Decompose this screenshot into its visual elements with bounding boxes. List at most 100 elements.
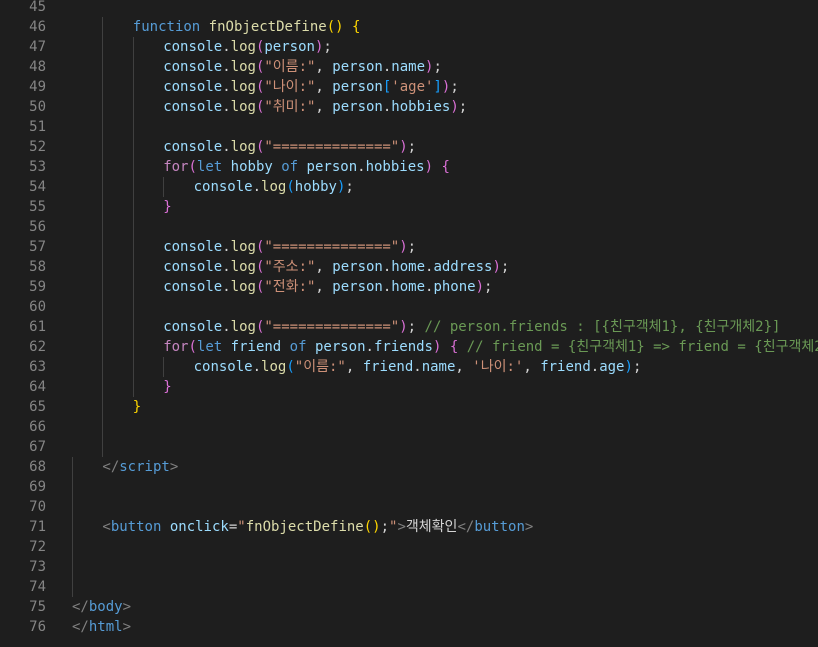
code-line[interactable]: 73 bbox=[0, 557, 818, 577]
indent-guide bbox=[132, 217, 134, 237]
line-number: 52 bbox=[29, 139, 46, 155]
code-token: > bbox=[397, 519, 406, 535]
line-number: 54 bbox=[29, 179, 46, 195]
code-token: // friend = {친구객체1} => friend = {친구객체2} bbox=[466, 339, 818, 355]
code-token: () bbox=[326, 19, 344, 35]
code-line[interactable]: 47 console.log(person); bbox=[0, 37, 818, 57]
code-line[interactable]: 72 bbox=[0, 537, 818, 557]
code-text: for(let hobby of person.hobbies) { bbox=[163, 157, 450, 177]
indent-guide bbox=[72, 537, 73, 557]
code-token: person bbox=[332, 79, 383, 95]
code-token: . bbox=[222, 79, 231, 95]
code-line[interactable]: 61 console.log("=============="); // pers… bbox=[0, 317, 818, 337]
code-line[interactable]: 74 bbox=[0, 577, 818, 597]
indent-guide bbox=[102, 57, 104, 77]
code-token: console bbox=[163, 239, 223, 255]
line-number: 49 bbox=[29, 79, 46, 95]
line-number: 76 bbox=[29, 619, 46, 635]
line-number: 63 bbox=[29, 359, 46, 375]
code-token: console bbox=[163, 279, 223, 295]
code-token: </ bbox=[457, 519, 475, 535]
code-line[interactable]: 49 console.log("나이:", person['age']); bbox=[0, 77, 818, 97]
line-number: 66 bbox=[29, 419, 46, 435]
code-line[interactable]: 57 console.log("=============="); bbox=[0, 237, 818, 257]
code-token: { bbox=[441, 159, 450, 175]
code-token: address bbox=[433, 259, 493, 275]
code-token: , bbox=[315, 59, 333, 75]
code-line[interactable]: 66 bbox=[0, 417, 818, 437]
indent-guide bbox=[102, 297, 104, 317]
code-line[interactable]: 63 console.log("이름:", friend.name, '나이:',… bbox=[0, 357, 818, 377]
indent-guide bbox=[102, 397, 104, 417]
line-number: 45 bbox=[29, 0, 46, 15]
code-line[interactable]: 68 </script> bbox=[0, 457, 818, 477]
code-line[interactable]: 70 bbox=[0, 497, 818, 517]
code-token: ; bbox=[484, 279, 493, 295]
code-token: "주소:" bbox=[264, 259, 316, 275]
code-line[interactable]: 65} bbox=[0, 397, 818, 417]
code-token: console bbox=[163, 79, 223, 95]
code-line[interactable]: 46 function fnObjectDefine() { bbox=[0, 17, 818, 37]
code-line[interactable]: 67 bbox=[0, 437, 818, 457]
line-number: 60 bbox=[29, 299, 46, 315]
code-token: ( bbox=[188, 159, 197, 175]
code-text: function fnObjectDefine() { bbox=[133, 17, 361, 37]
code-token: ) bbox=[399, 139, 408, 155]
code-token: ( bbox=[286, 359, 295, 375]
indent-guide bbox=[102, 437, 104, 457]
code-line[interactable]: 62 for(let friend of person.friends) { //… bbox=[0, 337, 818, 357]
code-token: name bbox=[421, 359, 456, 375]
code-token: console bbox=[163, 39, 223, 55]
indent-guide bbox=[72, 477, 73, 497]
code-line[interactable]: 45 bbox=[0, 0, 818, 17]
code-line[interactable]: 48 console.log("이름:", person.name); bbox=[0, 57, 818, 77]
code-token: "==============" bbox=[264, 319, 400, 335]
code-line[interactable]: 75 </body> bbox=[0, 597, 818, 617]
code-token: person bbox=[264, 39, 315, 55]
code-token: . bbox=[222, 259, 231, 275]
indent-guide bbox=[132, 317, 134, 337]
code-token: of bbox=[289, 339, 307, 355]
code-text: console.log("나이:", person['age']); bbox=[163, 77, 459, 97]
code-line[interactable]: 76 </html> bbox=[0, 617, 818, 637]
code-token: log bbox=[261, 179, 287, 195]
code-line[interactable]: 50 console.log("취미:", person.hobbies); bbox=[0, 97, 818, 117]
code-line[interactable]: 60 bbox=[0, 297, 818, 317]
code-token: . bbox=[222, 59, 231, 75]
code-token: ) bbox=[399, 319, 408, 335]
code-line[interactable]: 52 console.log("=============="); bbox=[0, 137, 818, 157]
code-line[interactable]: 64} bbox=[0, 377, 818, 397]
line-number: 48 bbox=[29, 59, 46, 75]
code-token: , bbox=[315, 79, 333, 95]
code-token: age bbox=[599, 359, 625, 375]
line-number: 67 bbox=[29, 439, 46, 455]
code-token: log bbox=[230, 139, 256, 155]
indent-guide bbox=[102, 177, 104, 197]
code-line[interactable]: 55} bbox=[0, 197, 818, 217]
code-line[interactable]: 59 console.log("전화:", person.home.phone); bbox=[0, 277, 818, 297]
code-line[interactable]: 71 <button onclick="fnObjectDefine();">객체… bbox=[0, 517, 818, 537]
code-line[interactable]: 51 bbox=[0, 117, 818, 137]
indent-guide bbox=[102, 117, 104, 137]
code-token: < bbox=[102, 519, 111, 535]
line-number: 75 bbox=[29, 599, 46, 615]
code-text: console.log("전화:", person.home.phone); bbox=[163, 277, 492, 297]
line-number: 50 bbox=[29, 99, 46, 115]
code-line[interactable]: 53 for(let hobby of person.hobbies) { bbox=[0, 157, 818, 177]
code-line[interactable]: 56 bbox=[0, 217, 818, 237]
code-token: home bbox=[391, 279, 426, 295]
code-line[interactable]: 69 bbox=[0, 477, 818, 497]
code-token: </ bbox=[72, 619, 89, 635]
code-token: friends bbox=[373, 339, 433, 355]
code-editor[interactable]: 45 46 function fnObjectDefine() {47 console… bbox=[0, 0, 818, 647]
code-token: } bbox=[163, 379, 172, 395]
code-token: > bbox=[169, 459, 179, 475]
code-line[interactable]: 58 console.log("주소:", person.home.address… bbox=[0, 257, 818, 277]
code-token: log bbox=[230, 279, 256, 295]
indent-guide bbox=[132, 77, 134, 97]
code-token: > bbox=[122, 619, 132, 635]
code-line[interactable]: 54 console.log(hobby); bbox=[0, 177, 818, 197]
code-token: person bbox=[332, 99, 383, 115]
